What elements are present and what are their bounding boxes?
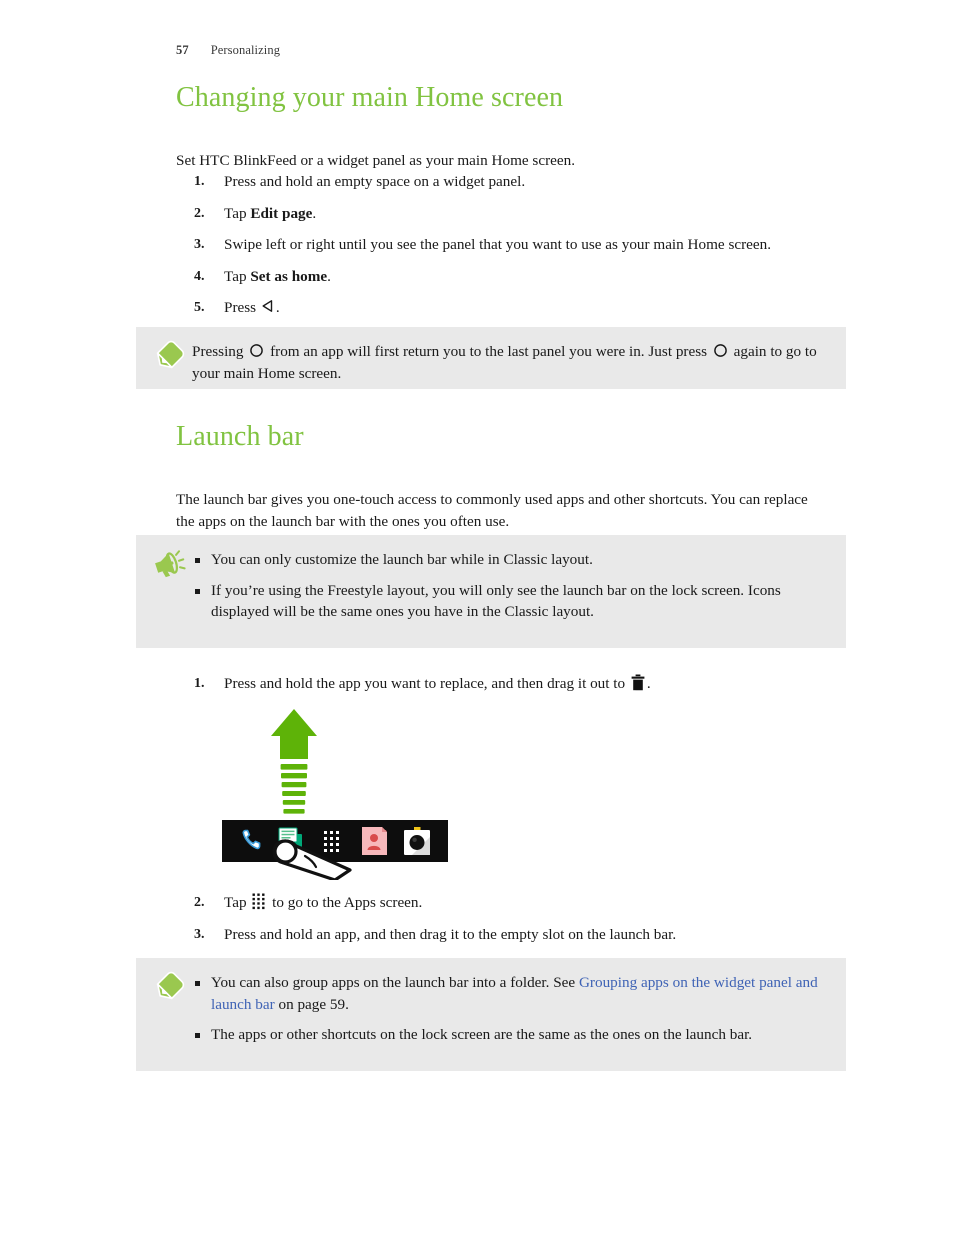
step-text-tail: . [312,204,317,222]
home-circle-icon [713,343,728,358]
note-bullet-list: You can also group apps on the launch ba… [192,972,826,1046]
pencil-note-icon [152,339,186,373]
note-bullet-text-tail: on page 59. [274,995,349,1013]
steps-list-launch-bar-part1: 1. Press and hold the app you want to rep… [176,673,876,705]
home-circle-icon [249,343,264,358]
note-bullet-item: You can only customize the launch bar wh… [192,549,826,571]
step-text: Press and hold an app, and then drag it … [224,925,677,943]
step-number: 5. [194,300,205,315]
step-number: 1. [194,676,205,691]
steps-list-launch-bar-part2: 2. Tap to go to the Apps screen. 3. Press … [176,892,876,955]
step-item: 1. Press and hold the app you want to rep… [176,673,876,694]
note-bullet-list: You can only customize the launch bar wh… [192,549,826,623]
note-box-grouping-apps: You can also group apps on the launch ba… [136,958,846,1071]
step-number: 1. [194,174,205,189]
note-box-home-screen: Pressing from an app will first return y… [136,327,846,389]
contacts-icon [362,827,387,855]
step-text: Press [224,299,260,316]
step-number: 4. [194,268,205,284]
intro-paragraph-launch-bar: The launch bar gives you one-touch acces… [176,491,808,530]
step-text: Tap [224,204,251,222]
upward-drag-arrow-dashes [280,764,308,823]
step-number: 3. [194,237,205,252]
intro-paragraph-home-screen: Set HTC BlinkFeed or a widget panel as y… [176,152,575,170]
launch-bar-drag-illustration [222,705,462,882]
step-text-tail: to go to the Apps screen. [268,894,423,911]
megaphone-icon [152,547,186,581]
note-bullet-item: If you’re using the Freestyle layout, yo… [192,580,826,623]
step-item: 2. Tap to go to the Apps screen. [176,892,876,913]
section-name: Personalizing [210,43,281,57]
note-text: Pressing from an app will first return y… [192,341,826,384]
steps-list-home-screen: 1. Press and hold an empty space on a wid… [176,171,876,329]
step-text: Press and hold an empty space on a widge… [224,173,526,190]
step-text: Swipe left or right until you see the pa… [224,236,772,253]
trash-icon [631,674,645,691]
step-item: 3. Swipe left or right until you see the … [176,234,876,255]
note-bullet-text: You can also group apps on the launch ba… [211,974,579,991]
heading-launch-bar: Launch bar [176,421,304,452]
step-number: 3. [194,926,205,942]
note-bullet-item: You can also group apps on the launch ba… [192,972,826,1015]
step-item: 4. Tap Set as home. [176,266,876,287]
running-header: 57 Personalizing [176,43,280,58]
upward-drag-arrow-shaft [280,733,308,759]
heading-changing-main-home-screen: Changing your main Home screen [176,82,564,113]
step-item: 2. Tap Edit page. [176,203,876,224]
step-item: 5. Press . [176,297,876,318]
step-text-tail: . [327,267,331,285]
pencil-note-icon [152,970,186,1004]
document-page: 57 Personalizing Changing your main Home … [0,0,954,1235]
note-text-part-2: from an app will first return you to the… [266,343,711,360]
upward-drag-arrow-head [271,709,317,736]
step-number: 2. [194,205,205,221]
step-text: Tap [224,894,251,911]
step-text-tail: . [275,299,280,316]
step-text: Tap [224,267,251,285]
step-bold-term: Set as home [250,267,328,285]
back-arrow-icon [260,298,276,314]
note-text-part-1: Pressing [192,343,248,360]
apps-grid-icon [252,893,266,910]
note-bullet-text: The apps or other shortcuts on the lock … [211,1026,753,1043]
note-bullet-item: The apps or other shortcuts on the lock … [192,1024,826,1046]
step-text: Press and hold the app you want to repla… [224,675,629,692]
step-item: 3. Press and hold an app, and then drag i… [176,924,876,945]
step-text-tail: . [646,675,651,692]
step-number: 2. [194,895,205,910]
camera-icon [404,827,430,855]
page-number: 57 [176,43,189,57]
note-box-launch-bar-tips: You can only customize the launch bar wh… [136,535,846,648]
step-item: 1. Press and hold an empty space on a wid… [176,171,876,192]
step-bold-term: Edit page [250,204,313,222]
